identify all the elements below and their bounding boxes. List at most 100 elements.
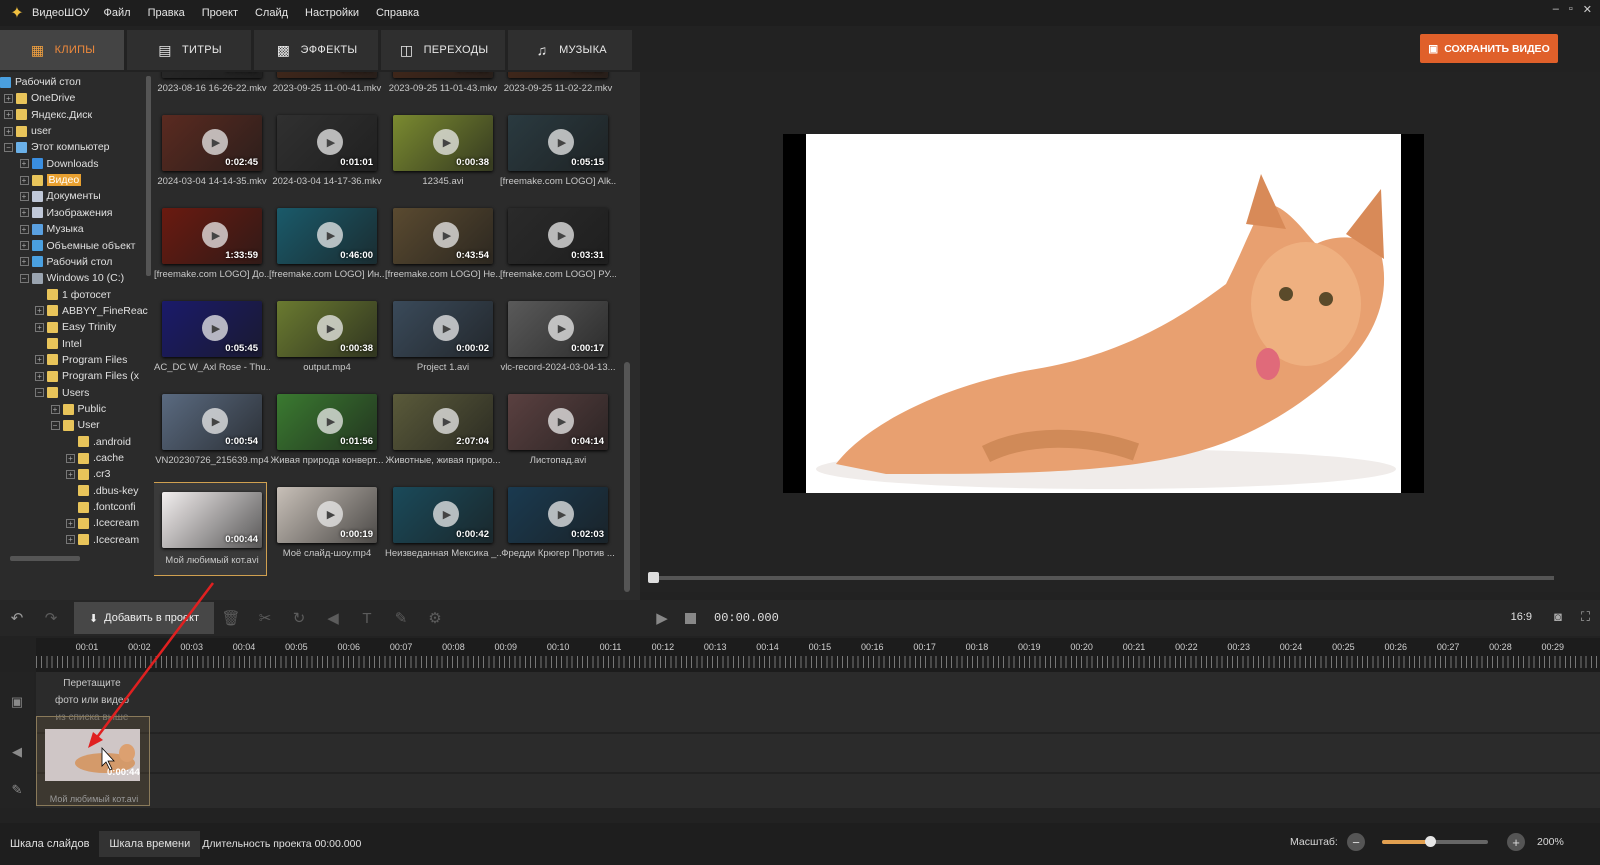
tree-item[interactable]: + .cache [66,450,124,466]
music-track[interactable] [36,734,1600,772]
clip-thumbnail[interactable]: ▶ 0:00:38 output.mp4 [269,301,381,391]
undo-icon[interactable]: ↶ [0,603,34,633]
expand-toggle-icon[interactable]: + [4,110,13,120]
tree-item[interactable]: .dbus-key [66,483,139,499]
minimize-icon[interactable]: – [1553,3,1559,16]
clip-thumbnail[interactable]: ▶ 0:43:54 [freemake.com LOGO] Не... [385,208,501,298]
tree-scrollbar[interactable] [146,76,151,276]
clip-thumbnail[interactable]: ▶ 2:07:04 Животные, живая приро... [385,394,500,484]
expand-toggle-icon[interactable]: + [35,322,44,332]
seek-bar[interactable] [650,576,1554,580]
zoom-in-button[interactable]: + [1507,833,1525,851]
tab-clips[interactable]: ▦ КЛИПЫ [0,30,124,70]
clip-thumbnail[interactable]: ▶ 0:00:42 Неизведанная Мексика _... [385,487,501,577]
clip-thumbnail[interactable]: ▶ 0:05:45 AC_DC W_Axl Rose - Thu... [154,301,270,391]
play-button[interactable]: ▶ [648,604,676,632]
zoom-out-button[interactable]: − [1347,833,1365,851]
close-icon[interactable]: ✕ [1583,3,1592,16]
clip-thumbnail[interactable]: ▶ 0:46:00 [freemake.com LOGO] Ин... [269,208,385,298]
stop-button[interactable] [676,604,704,632]
menu-slide[interactable]: Слайд [255,7,288,19]
clip-thumbnail[interactable]: ▶ 0:01:01 2024-03-04 14-17-36.mkv [269,115,382,205]
tree-item[interactable]: − User [50,417,100,433]
clip-thumbnail[interactable]: ▶ 0:00:02 Project 1.avi [385,301,497,391]
grid-scrollbar[interactable] [624,82,630,592]
tree-item[interactable]: .android [66,434,131,450]
expand-toggle-icon[interactable]: − [35,388,44,398]
tab-transitions[interactable]: ◫ ПЕРЕХОДЫ [381,30,505,70]
scissors-icon[interactable]: ✂ [248,603,282,633]
tree-item[interactable]: + OneDrive [4,90,75,106]
expand-toggle-icon[interactable]: − [50,420,60,430]
tree-item[interactable]: + ABBYY_FineReac [35,303,148,319]
expand-toggle-icon[interactable]: + [19,257,29,267]
menu-file[interactable]: Файл [104,7,131,19]
tree-item[interactable]: + Изображения [19,205,113,221]
tree-item[interactable]: + Документы [19,188,101,204]
tree-item[interactable]: Рабочий стол [0,74,81,90]
tree-item[interactable]: + Program Files (x [35,368,139,384]
clip-thumbnail[interactable]: ▶ 0:02:45 2024-03-04 14-14-35.mkv [154,115,267,205]
expand-toggle-icon[interactable]: + [19,208,29,218]
timeline-ruler[interactable]: 00:01 00:02 00:03 00:04 00:05 00:06 00:07 00:08… [36,638,1600,672]
expand-toggle-icon[interactable]: + [35,371,44,381]
expand-toggle-icon[interactable]: + [66,453,75,463]
tree-item[interactable]: 1 фотосет [35,287,111,303]
expand-toggle-icon[interactable]: + [35,355,44,365]
trash-icon[interactable]: 🗑 [214,603,248,633]
tab-effects[interactable]: ▩ ЭФФЕКТЫ [254,30,378,70]
menu-help[interactable]: Справка [376,7,419,19]
tab-titles[interactable]: ▤ ТИТРЫ [127,30,251,70]
tree-hscrollbar[interactable] [10,556,80,561]
tree-item[interactable]: + Program Files [35,352,127,368]
tree-item[interactable]: − Windows 10 (C:) [19,270,124,286]
aspect-ratio[interactable]: 16:9 [1511,611,1532,623]
clip-thumbnail[interactable]: ▶ 0:04:14 Листопад.avi [500,394,612,484]
tree-item[interactable]: + Объемные объект [19,238,135,254]
menu-project[interactable]: Проект [202,7,238,19]
clip-thumbnail[interactable]: ▶0:00:23 2023-08-16 16-26-22.mkv [154,72,267,112]
tree-item[interactable]: + Public [50,401,106,417]
expand-toggle-icon[interactable]: + [50,404,60,414]
save-video-button[interactable]: ▣ СОХРАНИТЬ ВИДЕО [1420,34,1558,63]
menu-settings[interactable]: Настройки [305,7,359,19]
clip-thumbnail[interactable]: ▶ 0:00:38 12345.avi [385,115,497,205]
clip-thumbnail[interactable]: ▶0:00:22 2023-09-25 11-02-22.mkv [500,72,612,112]
expand-toggle-icon[interactable]: + [66,535,75,545]
tree-item[interactable]: + Яндекс.Диск [4,107,92,123]
tree-item[interactable]: + Музыка [19,221,84,237]
zoom-slider-handle[interactable] [1424,836,1436,847]
camera-icon[interactable]: ◙ [1554,609,1562,624]
clip-thumbnail[interactable]: ▶ 0:02:03 Фредди Крюгер Против ... [500,487,615,577]
clip-thumbnail[interactable]: ▶ 1:33:59 [freemake.com LOGO] До... [154,208,270,298]
volume-icon[interactable]: ◀ [316,603,350,633]
tree-item[interactable]: + Видео [19,172,82,188]
slide-track[interactable] [36,672,1600,732]
magic-wand-icon[interactable]: ✎ [384,603,418,633]
tree-item[interactable]: + .Icecream [66,532,139,548]
text-icon[interactable]: T [350,603,384,633]
expand-toggle-icon[interactable]: + [19,224,29,234]
tree-item[interactable]: − Этот компьютер [4,139,110,155]
clip-thumbnail[interactable]: 0:00:44 Мой любимый кот.avi [154,482,267,576]
expand-toggle-icon[interactable]: + [19,241,29,250]
add-to-project-button[interactable]: ⬇ Добавить в проект [74,602,214,634]
expand-toggle-icon[interactable]: + [19,191,29,201]
expand-toggle-icon[interactable]: − [4,142,13,152]
clip-thumbnail[interactable]: ▶0:00:25 2023-09-25 11-01-43.mkv [385,72,497,112]
maximize-icon[interactable]: ▫ [1569,3,1573,16]
redo-icon[interactable]: ↷ [34,603,68,633]
tree-item[interactable]: .fontconfi [66,499,136,515]
timeline-clip[interactable]: 0:00:44 Мой любимый кот.avi [36,716,150,806]
expand-toggle-icon[interactable]: + [4,126,13,136]
menu-edit[interactable]: Правка [148,7,185,19]
tree-item[interactable]: Intel [35,336,82,352]
expand-toggle-icon[interactable]: + [19,159,29,169]
voice-track[interactable] [36,774,1600,808]
expand-toggle-icon[interactable]: + [66,518,75,528]
tree-item[interactable]: + Рабочий стол [19,254,112,270]
tree-item[interactable]: + user [4,123,51,139]
clip-thumbnail[interactable]: ▶ 0:00:54 VN20230726_215639.mp4 [154,394,269,484]
clip-thumbnail[interactable]: ▶ 0:00:19 Моё слайд-шоу.mp4 [269,487,381,577]
tab-time-scale[interactable]: Шкала времени [99,831,201,857]
